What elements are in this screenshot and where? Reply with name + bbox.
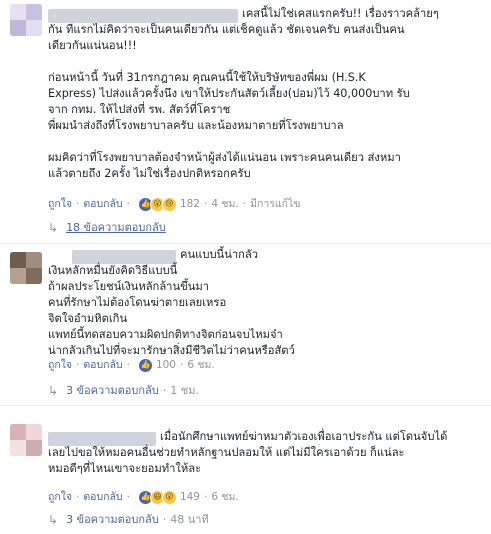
separator-dot: ·	[203, 491, 208, 503]
edited-label[interactable]: มีการแก้ไข	[250, 196, 300, 212]
separator-dot: ·	[126, 491, 130, 503]
separator-dot: ·	[179, 359, 184, 371]
separator-dot: ·	[126, 198, 130, 210]
separator-dot: ·	[162, 513, 167, 526]
replies-count[interactable]: 3 ข้อความตอบกลับ	[66, 383, 159, 399]
separator-dot: ·	[76, 198, 80, 210]
commenter-name-redacted[interactable]	[72, 250, 176, 264]
reply-arrow-icon: ↳	[48, 513, 59, 527]
view-replies[interactable]: ↳ 3 ข้อความตอบกลับ · 1 ชม.	[48, 383, 199, 399]
comment-time[interactable]: 4 ชม.	[211, 196, 238, 212]
separator-dot: ·	[242, 198, 247, 210]
like-reaction-icon: 👍	[137, 357, 153, 373]
comment-actions: ถูกใจ · ตอบกลับ · 👍 100 · 6 ชม.	[48, 357, 215, 373]
replies-count[interactable]: 3 ข้อความตอบกลับ	[66, 512, 159, 528]
reply-link[interactable]: ตอบกลับ	[83, 489, 122, 505]
comment-time[interactable]: 6 ชม.	[211, 489, 238, 505]
reply-link[interactable]: ตอบกลับ	[83, 196, 122, 212]
reaction-count: 182	[179, 198, 200, 210]
reply-link[interactable]: ตอบกลับ	[83, 357, 122, 373]
separator-dot: ·	[126, 359, 130, 371]
avatar[interactable]	[10, 424, 42, 456]
comment-name-tail: คนแบบนี้น่ากลัว	[180, 248, 259, 261]
like-link[interactable]: ถูกใจ	[48, 357, 72, 373]
view-replies[interactable]: ↳ 18 ข้อความตอบกลับ	[48, 220, 166, 236]
reactions[interactable]: 👍 😆 😮	[137, 489, 177, 505]
reply-arrow-icon: ↳	[48, 384, 59, 398]
reaction-count: 100	[155, 359, 176, 371]
commenter-name-redacted[interactable]	[48, 432, 156, 446]
wow-reaction-icon: 😮	[161, 489, 177, 505]
reply-arrow-icon: ↳	[48, 221, 59, 235]
comment-time[interactable]: 6 ชม.	[187, 357, 214, 373]
avatar[interactable]	[10, 252, 42, 284]
separator-dot: ·	[76, 491, 80, 503]
comment-name-tail: เคสนี้ไม่ใช่เคสแรกครับ!! เรื่องราวคล้ายๆ	[242, 7, 439, 20]
separator-dot: ·	[203, 198, 208, 210]
divider	[0, 243, 491, 244]
comment-actions: ถูกใจ · ตอบกลับ · 👍 😮 😢 182 · 4 ชม. · มี…	[48, 196, 300, 212]
reactions[interactable]: 👍	[137, 357, 153, 373]
sad-reaction-icon: 😢	[161, 196, 177, 212]
replies-count[interactable]: 18 ข้อความตอบกลับ	[66, 220, 166, 236]
separator-dot: ·	[76, 359, 80, 371]
divider	[0, 405, 491, 406]
comment-name-tail: เมื่อนักศึกษาแพทย์ฆ่าหมาตัวเองเพื่อเอาปร…	[160, 430, 448, 443]
comment-text: เลยไปขอให้หมอคนอื่นช่วยทำหลักฐานปลอมให้ …	[48, 446, 405, 475]
replies-time: 48 นาที	[170, 513, 209, 526]
reactions[interactable]: 👍 😮 😢	[137, 196, 177, 212]
like-link[interactable]: ถูกใจ	[48, 489, 72, 505]
reaction-count: 149	[179, 491, 200, 503]
like-link[interactable]: ถูกใจ	[48, 196, 72, 212]
comment-actions: ถูกใจ · ตอบกลับ · 👍 😆 😮 149 · 6 ชม.	[48, 489, 239, 505]
comment-text: เงินหลักหมื่นยังคิดวิธีแบบนี้ ถ้าผลประโย…	[48, 264, 295, 357]
avatar[interactable]	[10, 4, 42, 36]
separator-dot: ·	[162, 384, 167, 397]
commenter-name-redacted[interactable]	[48, 9, 238, 23]
comment-text: กัน ทีแรกไม่คิดว่าจะเป็นคนเดียวกัน แต่เช…	[48, 23, 410, 180]
replies-time: 1 ชม.	[170, 384, 199, 397]
view-replies[interactable]: ↳ 3 ข้อความตอบกลับ · 48 นาที	[48, 512, 209, 528]
